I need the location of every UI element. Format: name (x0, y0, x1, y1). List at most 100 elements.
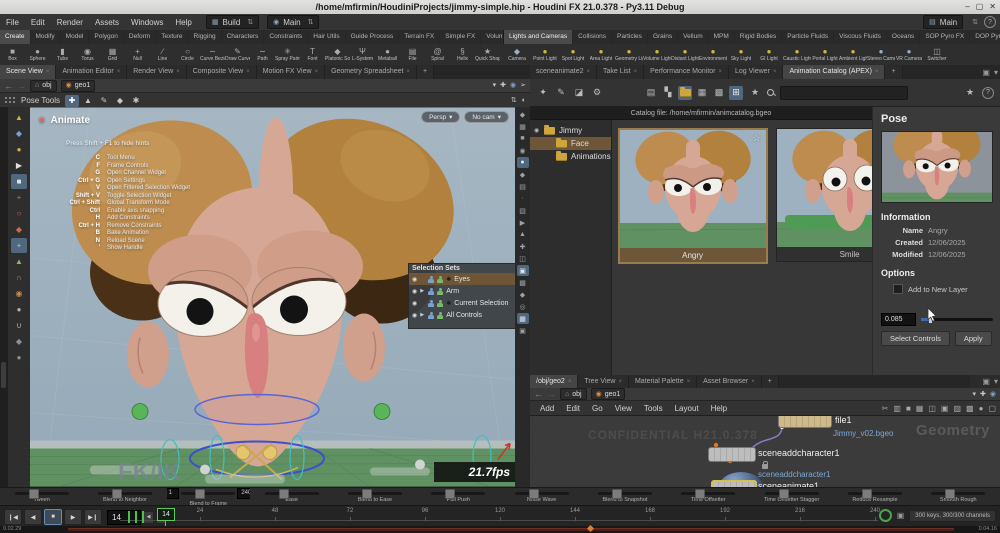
shelf-tool-sphere[interactable]: ●Sphere (25, 44, 50, 65)
toolbar-grip-icon[interactable] (4, 96, 16, 105)
anim-slider-handle[interactable] (362, 489, 372, 499)
ruler-icon[interactable]: ◫ (517, 253, 529, 264)
small-thumb-icon[interactable]: ▦ (695, 86, 709, 100)
shelf-tab-terrain-fx[interactable]: Terrain FX (399, 30, 440, 44)
tree-item-animations[interactable]: Animations (530, 150, 611, 163)
shelf-tool-gi-light[interactable]: ●GI Light (755, 44, 783, 65)
shelf-tab-particles[interactable]: Particles (612, 30, 648, 44)
shelf-tool-portal-light[interactable]: ●Portal Light (811, 44, 839, 65)
tab-close-icon[interactable]: × (406, 65, 410, 79)
stop-button[interactable]: ■ (44, 509, 62, 525)
rotate-handle-icon[interactable]: ○ (11, 206, 27, 221)
shelf-tab-characters[interactable]: Characters (222, 30, 265, 44)
play-reverse-button[interactable]: ◀ (24, 509, 42, 525)
desktop-selector[interactable]: ▤ Main (923, 15, 963, 29)
material-view-icon[interactable]: ▤ (517, 181, 529, 192)
blend-value-field[interactable]: 0.085 (881, 313, 916, 326)
panel-handle[interactable] (1, 362, 6, 388)
pane-tab-motion-fx-view[interactable]: Motion FX View× (257, 65, 325, 79)
tree-toggle-icon[interactable]: ◉ (534, 127, 540, 134)
menu-assets[interactable]: Assets (89, 18, 125, 27)
folder-view-icon[interactable] (678, 86, 692, 100)
net-back-icon[interactable]: ← (534, 389, 543, 399)
sync-icon[interactable]: ◉ (510, 82, 516, 89)
net-pane-menu-icon[interactable]: ▾ (994, 377, 998, 386)
visibility-icon[interactable]: ● (11, 350, 27, 365)
shelf-tab-volume[interactable]: Volume (481, 30, 502, 44)
diamond-view-icon[interactable]: ◆ (517, 289, 529, 300)
shelf-tool-volume-light[interactable]: ●Volume Light (643, 44, 671, 65)
net-menu-edit[interactable]: Edit (560, 404, 586, 413)
shelf-tool-torus[interactable]: ◉Torus (75, 44, 100, 65)
anim-slider-handle[interactable] (612, 489, 622, 499)
expand-icon[interactable]: ▣ (517, 325, 529, 336)
net-split-icon[interactable]: ◫ (928, 404, 936, 413)
catalog-item-angry[interactable]: ☆Angry (618, 128, 768, 264)
skeleton-icon[interactable]: ▲ (81, 95, 95, 107)
tab-close-icon[interactable]: × (315, 65, 319, 79)
shelf-tab-collisions[interactable]: Collisions (573, 30, 612, 44)
fly-icon[interactable]: ➢ (520, 82, 526, 89)
light-layer-icon[interactable]: ● (11, 142, 27, 157)
shelf-tool-draw-curve[interactable]: ✎Draw Curve (225, 44, 250, 65)
anim-slider-track[interactable] (98, 492, 152, 495)
anim-slider-track[interactable] (598, 492, 652, 495)
visibility-eye-icon[interactable]: ◉ (412, 276, 417, 283)
net-dropdown-icon[interactable]: ▾ (973, 391, 977, 398)
shelf-tool-stereo-camera[interactable]: ●Stereo Camera (867, 44, 895, 65)
anim-slider-handle[interactable] (529, 489, 539, 499)
visibility-eye-icon[interactable]: ◉ (412, 288, 417, 295)
network-tab-obj-geo2[interactable]: /obj/geo2× (530, 375, 578, 388)
shelf-tool-box[interactable]: ■Box (0, 44, 25, 65)
tab-close-icon[interactable]: × (586, 65, 590, 79)
pane-tab-geometry-spreadsheet[interactable]: Geometry Spreadsheet× (325, 65, 417, 79)
shelf-tool-tube[interactable]: ▮Tube (50, 44, 75, 65)
tab-close-icon[interactable]: × (176, 65, 180, 79)
pane-tab-log-viewer[interactable]: Log Viewer× (729, 65, 783, 79)
shelf-tab-mpm[interactable]: MPM (709, 30, 735, 44)
anim-slider-track[interactable] (931, 492, 985, 495)
tree-item-face[interactable]: Face (530, 137, 611, 150)
menu-windows[interactable]: Windows (125, 18, 169, 27)
net-menu-add[interactable]: Add (534, 404, 560, 413)
net-snap-net-icon[interactable]: ▩ (966, 404, 974, 413)
favorite-star-icon[interactable]: ☆ (753, 133, 761, 144)
gear-icon[interactable]: ⚙ (590, 86, 604, 100)
shelf-tool-switcher[interactable]: ◫Switcher (923, 44, 951, 65)
catalog-search-input[interactable] (780, 86, 908, 100)
char-view-icon[interactable]: ▲ (517, 229, 529, 240)
network-tab-tree-view[interactable]: Tree View× (578, 375, 629, 388)
shelf-tool-path[interactable]: ∼Path (250, 44, 275, 65)
pane-tab-composite-view[interactable]: Composite View× (187, 65, 257, 79)
desktop-build-selector[interactable]: ▦ Build ⇅ (206, 15, 259, 29)
snap-icon[interactable]: ◆ (11, 334, 27, 349)
mirror-pose-icon[interactable]: ◆ (113, 95, 127, 107)
net-cut-icon[interactable]: ✂ (882, 404, 889, 413)
shelf-tool-circle[interactable]: ○Circle (175, 44, 200, 65)
shade-mode-icon[interactable]: ◆ (517, 109, 529, 120)
pin-pose-icon[interactable]: ◐ (522, 97, 526, 104)
net-display-icon[interactable]: ■ (906, 404, 911, 413)
pane-tab-animation-editor[interactable]: Animation Editor× (56, 65, 127, 79)
star-filter-icon[interactable]: ★ (748, 86, 762, 100)
tab-close-icon[interactable]: × (751, 375, 755, 388)
shelf-tool-font[interactable]: TFont (300, 44, 325, 65)
pose-select-icon[interactable]: ✚ (65, 95, 79, 107)
key-icon[interactable]: ⇅ (511, 97, 517, 104)
anim-slider-handle[interactable] (195, 489, 205, 499)
anim-slider-handle[interactable] (862, 489, 872, 499)
shelf-tab-simple-fx[interactable]: Simple FX (440, 30, 481, 44)
pivot-icon[interactable]: ◉ (517, 145, 529, 156)
shelf-tool-point-light[interactable]: ●Point Light (531, 44, 559, 65)
anim-slider-track[interactable] (765, 492, 819, 495)
shelf-tool-geometry-light[interactable]: ●Geometry Light (615, 44, 643, 65)
play-button[interactable]: ▶ (64, 509, 82, 525)
menu-edit[interactable]: Edit (25, 18, 51, 27)
anim-slider-handle[interactable] (695, 489, 705, 499)
anim-slider-handle[interactable] (112, 489, 122, 499)
net-expand-net-icon[interactable]: ▢ (988, 404, 996, 413)
shelf-tool-helix[interactable]: §Helix (450, 44, 475, 65)
add-to-new-layer-checkbox[interactable] (893, 284, 903, 294)
shelf-tool-spot-light[interactable]: ●Spot Light (559, 44, 587, 65)
shelf-tab-particle-fluids[interactable]: Particle Fluids (782, 30, 834, 44)
